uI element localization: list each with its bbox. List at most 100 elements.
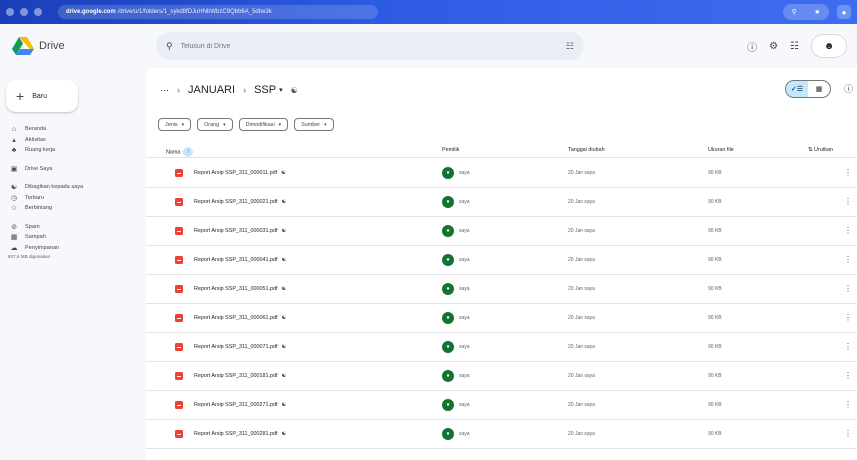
sidebar-item-spam[interactable]: ⊘ Spam (0, 222, 140, 233)
sidebar-item-beranda[interactable]: ⌂ Beranda (0, 124, 140, 135)
search-bar[interactable]: ⚲ ☷ (156, 32, 584, 60)
new-button[interactable]: + Baru (6, 80, 78, 112)
sidebar-item-penyimpanan[interactable]: ☁ Penyimpanan (0, 243, 140, 254)
sidebar-item-ruang-kerja[interactable]: ♣ Ruang kerja (0, 145, 140, 156)
table-row[interactable]: Report Arsip SSP_311_000071.pdf ☯ ● saya 20 … (146, 333, 857, 362)
shared-icon: ☯ (281, 431, 287, 437)
file-name-label: Report Arsip SSP_311_000031.pdf (194, 228, 278, 234)
filter-chip-sumber[interactable]: Sumber ▾ (294, 118, 334, 131)
shared-folder-icon: ☯ (290, 85, 298, 95)
grid-view-button[interactable]: ▦ (808, 81, 830, 97)
sidebar-item-terbaru[interactable]: ◷ Terbaru (0, 193, 140, 204)
table-row[interactable]: Report Arsip SSP_311_000041.pdf ☯ ● saya 20 … (146, 246, 857, 275)
account-avatar[interactable]: ☻ (811, 34, 847, 58)
sort-button[interactable]: ⇅ Urutkan (808, 147, 833, 153)
reload-icon[interactable] (34, 8, 42, 16)
sidebar-item-label: Aktivitas (25, 136, 46, 143)
file-name[interactable]: Report Arsip SSP_311_000071.pdf ☯ (194, 344, 286, 350)
sidebar-item-drive-saya[interactable]: ▣ Drive Saya (0, 164, 140, 175)
file-name[interactable]: Report Arsip SSP_311_000051.pdf ☯ (194, 286, 286, 292)
breadcrumb-separator-icon: › (243, 85, 247, 95)
address-bar[interactable]: drive.google.com /drive/u/1/folders/1_sy… (58, 5, 378, 19)
chevron-down-icon: ▾ (278, 121, 282, 128)
sidebar-item-aktivitas[interactable]: ▴ Aktivitas (0, 135, 140, 146)
grid-icon: ▦ (815, 86, 823, 93)
window-control-icon[interactable] (6, 8, 14, 16)
list-view-button[interactable]: ✓☰ (786, 81, 808, 97)
owner-avatar: ● (442, 283, 454, 295)
more-actions-icon[interactable]: ⋮ (844, 284, 852, 293)
owner-cell: ● saya (442, 283, 470, 295)
pdf-file-icon (175, 256, 183, 264)
more-actions-icon[interactable]: ⋮ (844, 168, 852, 177)
new-button-label: Baru (32, 92, 47, 100)
more-actions-icon[interactable]: ⋮ (844, 342, 852, 351)
shared-icon: ☯ (281, 402, 287, 408)
file-name-label: Report Arsip SSP_311_000021.pdf (194, 199, 278, 205)
breadcrumb-parent[interactable]: JANUARI (188, 84, 235, 96)
more-actions-icon[interactable]: ⋮ (844, 226, 852, 235)
column-header-owner[interactable]: Pemilik (442, 147, 459, 153)
more-actions-icon[interactable]: ⋮ (844, 313, 852, 322)
file-name[interactable]: Report Arsip SSP_311_000271.pdf ☯ (194, 402, 286, 408)
window-control-icon[interactable] (20, 8, 28, 16)
table-row[interactable]: Report Arsip SSP_311_000011.pdf ☯ ● saya 20 … (146, 159, 857, 188)
more-actions-icon[interactable]: ⋮ (844, 429, 852, 438)
search-options-icon[interactable]: ☷ (566, 41, 574, 52)
search-input[interactable] (180, 42, 521, 50)
info-icon[interactable]: ⓘ (844, 82, 853, 95)
chevron-down-icon: ▾ (324, 121, 327, 128)
pdf-file-icon (175, 343, 183, 351)
help-icon[interactable]: ⓘ (747, 39, 757, 54)
table-row[interactable]: Report Arsip SSP_311_000271.pdf ☯ ● saya 20 … (146, 391, 857, 420)
filter-chip-dimodifikasi[interactable]: Dimodifikasi ▾ (238, 118, 289, 131)
profile-icon[interactable]: ● (837, 5, 851, 19)
chevron-down-icon: ▾ (181, 121, 185, 128)
file-name[interactable]: Report Arsip SSP_311_000181.pdf ☯ (194, 373, 286, 379)
table-header: Nama ↑ Pemilik Tanggal diubah Ukuran file… (146, 144, 857, 158)
table-row[interactable]: Report Arsip SSP_311_000181.pdf ☯ ● saya 20 … (146, 362, 857, 391)
breadcrumb-current[interactable]: SSP ▾ (254, 84, 283, 96)
settings-icon[interactable]: ⚙ (769, 41, 778, 52)
search-icon[interactable]: ⚲ (166, 41, 173, 52)
filter-chip-orang[interactable]: Orang ▾ (197, 118, 233, 131)
filter-chip-jenis[interactable]: Jenis ▾ (158, 118, 192, 131)
column-header-name[interactable]: Nama ↑ (166, 147, 194, 157)
apps-icon[interactable]: ☷ (790, 41, 799, 52)
file-name[interactable]: Report Arsip SSP_311_000061.pdf ☯ (194, 315, 286, 321)
sidebar-item-sampah[interactable]: ▦ Sampah (0, 232, 140, 243)
sidebar-item-dibagikan[interactable]: ☯ Dibagikan kepada saya (0, 182, 140, 193)
file-name[interactable]: Report Arsip SSP_311_000281.pdf ☯ (194, 431, 286, 437)
more-actions-icon[interactable]: ⋮ (844, 371, 852, 380)
owner-cell: ● saya (442, 196, 470, 208)
sort-arrow-up-icon[interactable]: ↑ (183, 147, 194, 157)
owner-avatar: ● (442, 254, 454, 266)
file-name[interactable]: Report Arsip SSP_311_000021.pdf ☯ (194, 199, 286, 205)
app-name: Drive (39, 40, 65, 52)
breadcrumb-more-icon[interactable]: ⋯ (160, 85, 169, 96)
table-row[interactable]: Report Arsip SSP_311_000021.pdf ☯ ● saya 20 … (146, 188, 857, 217)
table-row[interactable]: Report Arsip SSP_311_000281.pdf ☯ ● saya 20 … (146, 420, 857, 449)
more-actions-icon[interactable]: ⋮ (844, 197, 852, 206)
file-name[interactable]: Report Arsip SSP_311_000011.pdf ☯ (194, 170, 286, 176)
file-name[interactable]: Report Arsip SSP_311_000031.pdf ☯ (194, 228, 286, 234)
extensions-pill[interactable]: ⚲ ★ (783, 4, 829, 20)
drive-logo[interactable]: Drive (12, 36, 140, 56)
search-icon: ⚲ (791, 9, 797, 16)
pdf-file-icon (175, 401, 183, 409)
file-size: 90 KB (708, 257, 722, 263)
table-row[interactable]: Report Arsip SSP_311_000061.pdf ☯ ● saya 20 … (146, 304, 857, 333)
table-row[interactable]: Report Arsip SSP_311_000051.pdf ☯ ● saya 20 … (146, 275, 857, 304)
shared-icon: ☯ (281, 228, 287, 234)
storage-icon: ☁ (10, 244, 18, 252)
column-header-size[interactable]: Ukuran file (708, 147, 734, 153)
table-row[interactable]: Report Arsip SSP_311_000031.pdf ☯ ● saya 20 … (146, 217, 857, 246)
plus-icon: + (16, 88, 25, 104)
file-name[interactable]: Report Arsip SSP_311_000041.pdf ☯ (194, 257, 286, 263)
file-list: Report Arsip SSP_311_000011.pdf ☯ ● saya 20 … (146, 159, 857, 449)
sidebar-item-berbintang[interactable]: ☆ Berbintang (0, 203, 140, 214)
modified-date: 20 Jan saya (568, 373, 595, 379)
more-actions-icon[interactable]: ⋮ (844, 400, 852, 409)
column-header-modified[interactable]: Tanggal diubah (568, 147, 605, 153)
more-actions-icon[interactable]: ⋮ (844, 255, 852, 264)
